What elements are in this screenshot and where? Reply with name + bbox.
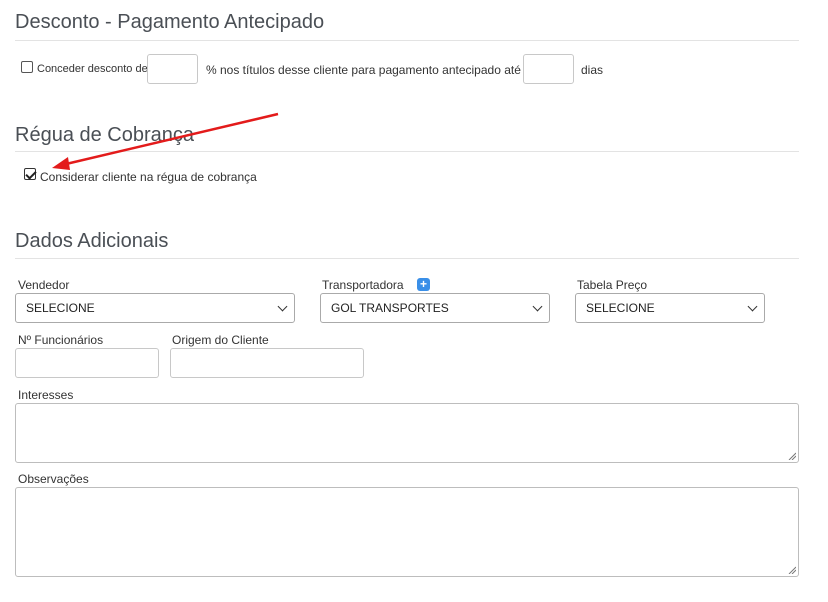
tabela-preco-label: Tabela Preço [577,278,648,292]
origem-label: Origem do Cliente [172,333,269,347]
dados-section-title: Dados Adicionais [15,230,169,252]
resize-grip-icon[interactable] [788,452,796,460]
funcionarios-input[interactable] [15,348,159,378]
origem-input[interactable] [170,348,364,378]
chevron-down-icon [532,301,543,312]
vendedor-label: Vendedor [18,278,70,292]
funcionarios-label: Nº Funcionários [18,333,104,347]
vendedor-select-value: SELECIONE [26,301,95,315]
tabela-preco-select-value: SELECIONE [586,301,655,315]
plus-icon[interactable]: + [417,278,430,291]
resize-grip-icon[interactable] [788,566,796,574]
tabela-preco-select[interactable]: SELECIONE [575,293,765,323]
observacoes-textarea[interactable] [15,487,799,577]
interesses-textarea[interactable] [15,403,799,463]
chevron-down-icon [277,301,288,312]
transportadora-select[interactable]: GOL TRANSPORTES [320,293,550,323]
interesses-label: Interesses [18,388,74,402]
transportadora-label: Transportadora [322,278,404,292]
transportadora-select-value: GOL TRANSPORTES [331,301,449,315]
observacoes-label: Observações [18,472,89,486]
vendedor-select[interactable]: SELECIONE [15,293,295,323]
dados-divider [15,258,799,259]
chevron-down-icon [747,301,758,312]
